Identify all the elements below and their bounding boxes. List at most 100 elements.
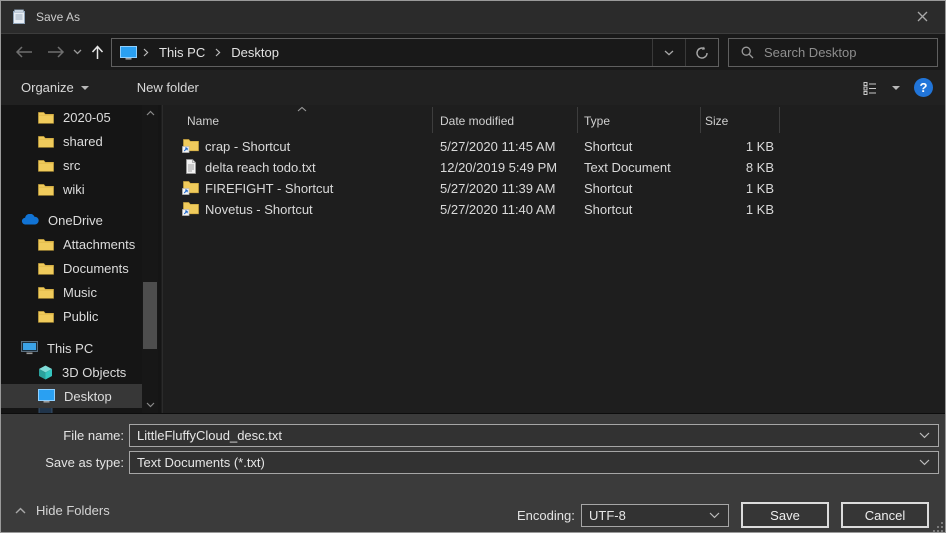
close-icon <box>917 11 928 22</box>
folder-shortcut-icon <box>182 138 199 153</box>
list-header: Name Date modified Type Size <box>163 105 946 135</box>
file-date: 5/27/2020 11:40 AM <box>440 202 555 217</box>
sidebar-item-attachments[interactable]: Attachments <box>1 232 142 256</box>
file-type: Shortcut <box>584 202 632 217</box>
file-size: 1 KB <box>663 202 774 217</box>
column-header-name[interactable]: Name <box>187 114 219 128</box>
forward-arrow-icon <box>47 46 65 58</box>
folder-icon <box>38 183 54 196</box>
sidebar-item-documents[interactable]: Documents <box>1 256 142 280</box>
save-fields-panel: File name: Save as type: Text Documents … <box>1 414 945 478</box>
sidebar-item-partial[interactable] <box>1 408 142 413</box>
file-type: Shortcut <box>584 181 632 196</box>
sidebar-item-public[interactable]: Public <box>1 304 142 328</box>
file-name-input[interactable] <box>137 428 919 443</box>
file-row[interactable]: FIREFIGHT - Shortcut 5/27/2020 11:39 AM … <box>163 178 946 199</box>
this-pc-icon <box>21 341 38 355</box>
file-row[interactable]: crap - Shortcut 5/27/2020 11:45 AM Short… <box>163 136 946 157</box>
folder-tree-sidebar: 2020-05 shared src wiki OneDrive Attac <box>1 105 161 413</box>
sidebar-item-music[interactable]: Music <box>1 280 142 304</box>
file-name: crap - Shortcut <box>205 139 290 154</box>
chevron-down-icon <box>146 402 155 408</box>
back-button[interactable] <box>9 34 39 70</box>
organize-button[interactable]: Organize <box>11 75 99 101</box>
recent-locations-button[interactable] <box>69 34 85 70</box>
column-header-type[interactable]: Type <box>584 114 610 128</box>
save-button[interactable]: Save <box>741 502 829 528</box>
encoding-value: UTF-8 <box>589 508 709 523</box>
chevron-down-icon <box>709 512 720 519</box>
sort-ascending-icon <box>297 106 307 112</box>
cancel-button-label: Cancel <box>865 508 905 523</box>
encoding-label: Encoding: <box>517 508 575 523</box>
scrollbar-thumb[interactable] <box>143 282 157 349</box>
sidebar-item-onedrive[interactable]: OneDrive <box>1 208 142 232</box>
forward-button[interactable] <box>41 34 71 70</box>
document-partial-icon <box>38 408 54 413</box>
column-header-date-modified[interactable]: Date modified <box>440 114 514 128</box>
close-button[interactable] <box>900 1 945 32</box>
new-folder-button[interactable]: New folder <box>127 75 209 101</box>
file-type: Text Document <box>584 160 671 175</box>
titlebar: Save As <box>1 1 945 33</box>
file-row[interactable]: Novetus - Shortcut 5/27/2020 11:40 AM Sh… <box>163 199 946 220</box>
file-name: FIREFIGHT - Shortcut <box>205 181 333 196</box>
this-pc-icon <box>120 46 137 60</box>
column-header-size[interactable]: Size <box>705 114 728 128</box>
refresh-icon <box>695 46 709 60</box>
main-area: 2020-05 shared src wiki OneDrive Attac <box>1 105 945 414</box>
folder-icon <box>38 286 54 299</box>
address-dropdown-button[interactable] <box>652 39 685 66</box>
chevron-down-icon <box>892 86 900 90</box>
file-size: 1 KB <box>663 139 774 154</box>
file-list: Name Date modified Type Size crap - S <box>162 105 946 413</box>
navigation-bar: This PC Desktop <box>1 33 945 70</box>
organize-label: Organize <box>21 80 74 95</box>
footer-bar: Hide Folders Encoding: UTF-8 Save Cancel <box>1 478 945 533</box>
change-view-button[interactable] <box>863 81 900 95</box>
cancel-button[interactable]: Cancel <box>841 502 929 528</box>
address-bar[interactable]: This PC Desktop <box>111 38 719 67</box>
file-row[interactable]: delta reach todo.txt 12/20/2019 5:49 PM … <box>163 157 946 178</box>
sidebar-item-2020-05[interactable]: 2020-05 <box>1 105 142 129</box>
file-date: 5/27/2020 11:39 AM <box>440 181 555 196</box>
window-title: Save As <box>36 10 80 24</box>
save-button-label: Save <box>770 508 800 523</box>
file-name-label: File name: <box>63 428 124 443</box>
encoding-select[interactable]: UTF-8 <box>581 504 729 527</box>
search-icon <box>741 46 754 59</box>
folder-shortcut-icon <box>182 201 199 216</box>
back-arrow-icon <box>15 46 33 58</box>
chevron-down-icon[interactable] <box>919 432 930 439</box>
sidebar-item-desktop[interactable]: Desktop <box>1 384 142 408</box>
breadcrumb-desktop[interactable]: Desktop <box>227 39 283 66</box>
sidebar-item-this-pc[interactable]: This PC <box>1 336 142 360</box>
breadcrumb-this-pc[interactable]: This PC <box>155 39 209 66</box>
search-input[interactable] <box>764 45 924 60</box>
breadcrumb-separator-icon <box>137 48 155 57</box>
details-view-icon <box>863 81 877 95</box>
sidebar-item-src[interactable]: src <box>1 153 142 177</box>
hide-folders-button[interactable]: Hide Folders <box>15 503 110 518</box>
sidebar-item-wiki[interactable]: wiki <box>1 177 142 201</box>
sidebar-item-shared[interactable]: shared <box>1 129 142 153</box>
resize-grip[interactable] <box>933 522 943 532</box>
refresh-button[interactable] <box>685 39 718 66</box>
search-box[interactable] <box>728 38 938 67</box>
sidebar-scrollbar[interactable] <box>142 105 158 413</box>
file-name-combo[interactable] <box>129 424 939 447</box>
chevron-down-icon[interactable] <box>919 459 930 466</box>
text-file-icon <box>182 159 199 174</box>
folder-shortcut-icon <box>182 180 199 195</box>
folder-icon <box>38 238 54 251</box>
scroll-up-button[interactable] <box>142 105 158 121</box>
save-as-type-select[interactable]: Text Documents (*.txt) <box>129 451 939 474</box>
save-as-type-value: Text Documents (*.txt) <box>137 455 919 470</box>
file-name: Novetus - Shortcut <box>205 202 313 217</box>
sidebar-item-3d-objects[interactable]: 3D Objects <box>1 360 142 384</box>
toolbar: Organize New folder ? <box>1 70 945 105</box>
chevron-down-icon <box>81 86 89 90</box>
up-button[interactable] <box>85 34 109 70</box>
scroll-down-button[interactable] <box>142 397 158 413</box>
help-button[interactable]: ? <box>914 78 933 97</box>
